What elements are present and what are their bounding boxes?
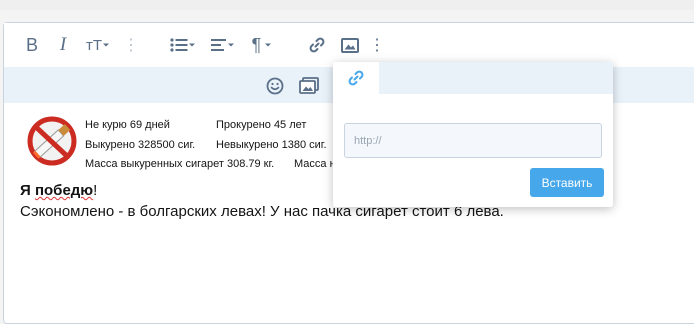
signature-text: Прокурено 45 лет	[216, 119, 307, 131]
list-button[interactable]	[167, 33, 199, 57]
chevron-down-icon	[228, 43, 234, 47]
exclamation-text: !	[93, 182, 98, 199]
chevron-down-icon	[103, 43, 110, 47]
url-input[interactable]	[344, 123, 602, 158]
signature-text: Не курю 69 дней	[85, 119, 170, 131]
popup-tab-bar	[333, 62, 613, 94]
gallery-icon	[299, 77, 319, 94]
bold-text: Я	[20, 182, 35, 199]
bold-button[interactable]: B	[22, 33, 42, 57]
signature-text: Масса выкуренных сигарет 308.79 кг.	[85, 158, 275, 170]
more-options-button[interactable]: ⋮	[368, 33, 386, 57]
chevron-down-icon	[265, 43, 272, 47]
insert-link-popup: Вставить	[333, 62, 613, 207]
emoji-button[interactable]	[265, 74, 285, 98]
insert-image-button[interactable]	[339, 33, 361, 57]
italic-icon: I	[59, 34, 67, 55]
editor-toolbar: B I тT ⋮ ¶ ⋮	[4, 23, 694, 67]
signature-text: Невыкурено 1380 сиг.	[216, 139, 327, 151]
bold-icon: B	[25, 34, 38, 55]
vertical-dots-icon: ⋮	[369, 37, 385, 54]
vertical-dots-icon: ⋮	[123, 37, 139, 54]
text-size-button[interactable]: тT	[81, 33, 115, 57]
chevron-down-icon	[189, 43, 195, 47]
paragraph-button[interactable]: ¶	[247, 33, 277, 57]
italic-button[interactable]: I	[54, 33, 72, 57]
insert-button[interactable]: Вставить	[530, 168, 604, 197]
insert-link-button[interactable]	[306, 33, 328, 57]
page-top-strip	[0, 0, 694, 10]
bold-line: Я победю!	[20, 182, 97, 199]
image-icon	[341, 37, 359, 53]
more-options-button[interactable]: ⋮	[123, 33, 139, 57]
list-icon	[170, 38, 188, 52]
tab-link[interactable]	[333, 62, 379, 94]
misspelled-word: победю	[34, 182, 94, 199]
text-size-icon: тT	[85, 36, 103, 54]
align-button[interactable]	[207, 33, 239, 57]
signature-text: Масса н	[294, 158, 336, 170]
paragraph-icon: ¶	[251, 34, 262, 55]
link-icon	[309, 37, 325, 53]
no-smoking-icon	[27, 116, 77, 166]
signature-text: Выкурено 328500 сиг.	[85, 139, 196, 151]
link-icon	[348, 70, 364, 86]
align-left-icon	[211, 39, 226, 51]
media-gallery-button[interactable]	[298, 74, 320, 98]
smiley-icon	[266, 77, 284, 95]
